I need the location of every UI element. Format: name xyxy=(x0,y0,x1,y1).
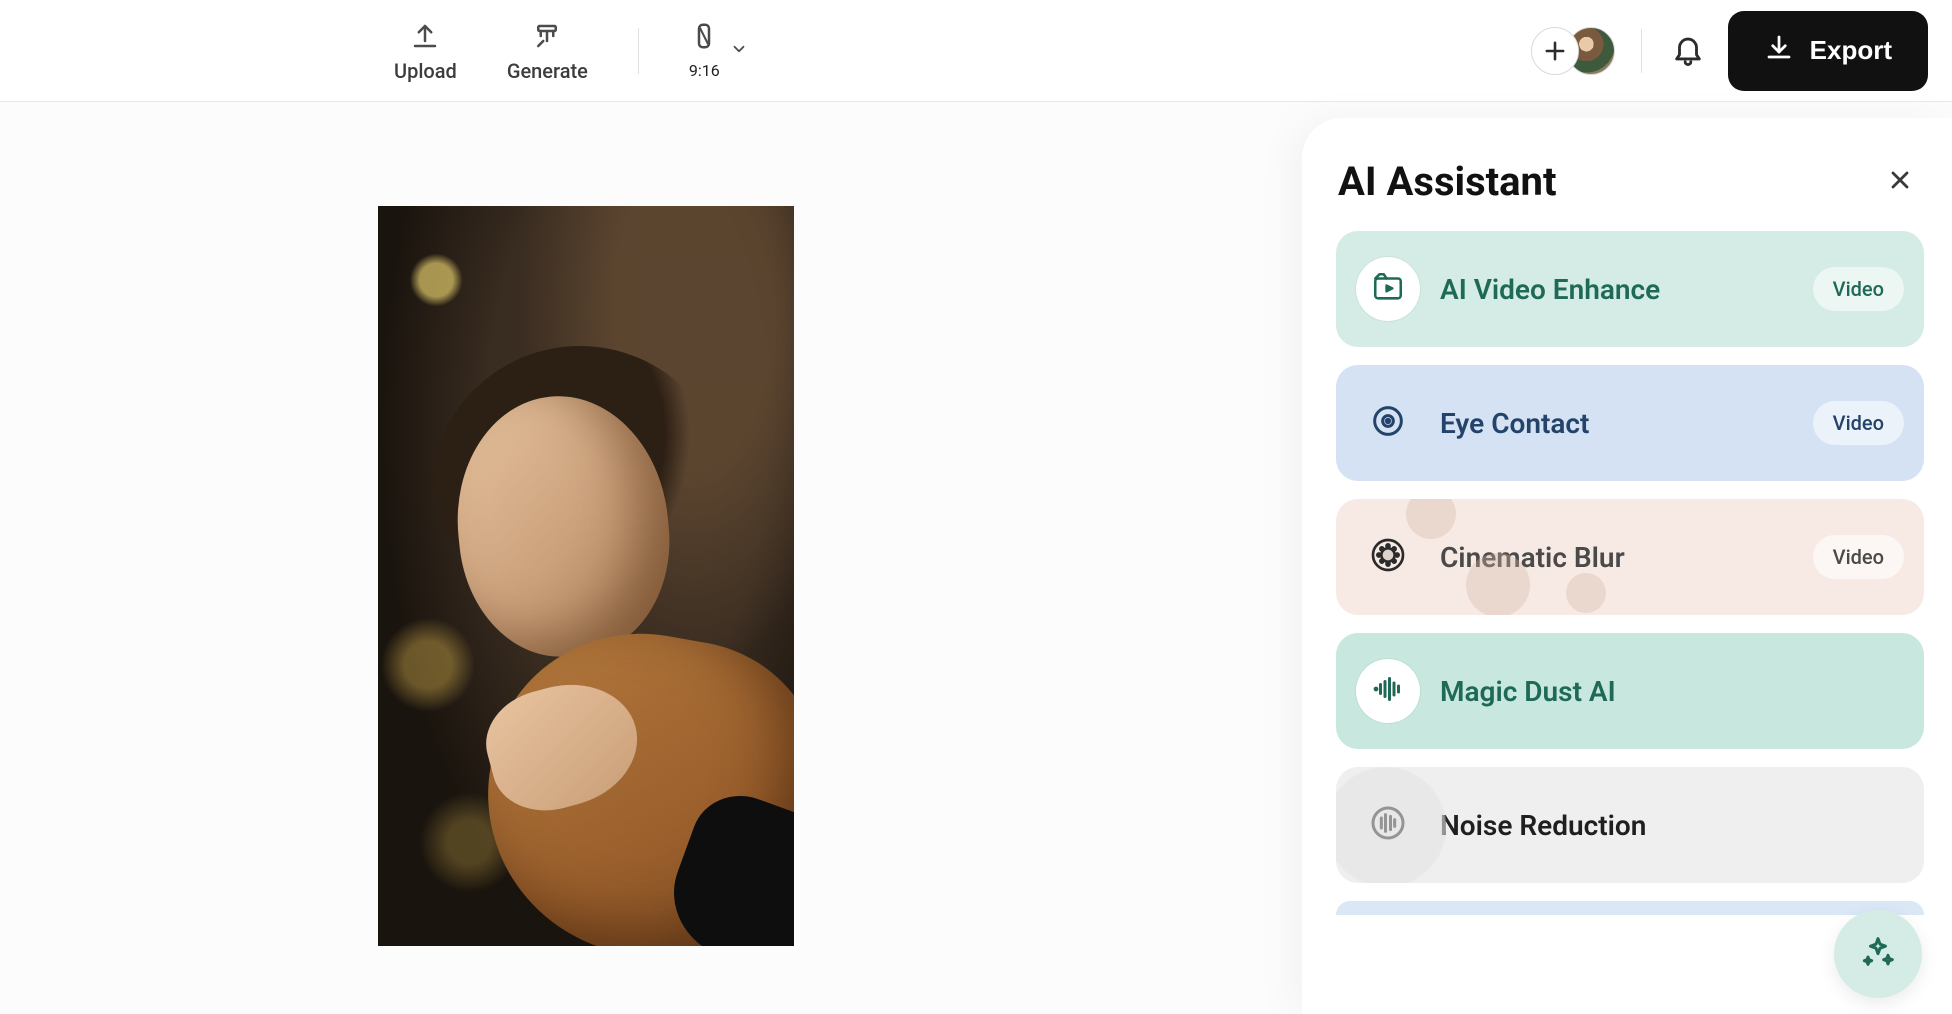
video-preview[interactable] xyxy=(378,206,794,946)
collaborators xyxy=(1531,27,1615,75)
add-collaborator-button[interactable] xyxy=(1531,27,1579,75)
download-icon xyxy=(1764,32,1794,69)
tool-badge: Video xyxy=(1813,401,1904,445)
tool-ai-video-enhance[interactable]: AI Video Enhance Video xyxy=(1336,231,1924,347)
tool-badge: Video xyxy=(1813,267,1904,311)
tool-eye-contact[interactable]: Eye Contact Video xyxy=(1336,365,1924,481)
generate-label: Generate xyxy=(507,59,588,83)
bell-icon xyxy=(1671,32,1705,70)
tool-cinematic-blur[interactable]: Cinematic Blur Video xyxy=(1336,499,1924,615)
ai-tool-list: AI Video Enhance Video Eye Contact Video xyxy=(1336,231,1924,1014)
tool-magic-dust-ai[interactable]: Magic Dust AI xyxy=(1336,633,1924,749)
sparkle-icon xyxy=(1858,932,1898,976)
tool-noise-reduction[interactable]: Noise Reduction xyxy=(1336,767,1924,883)
chevron-down-icon xyxy=(730,40,748,62)
video-enhance-icon xyxy=(1371,270,1405,308)
aspect-ratio-label: 9:16 xyxy=(689,61,720,80)
generate-icon xyxy=(532,19,562,53)
export-button[interactable]: Export xyxy=(1728,11,1928,91)
aperture-icon xyxy=(1368,535,1408,579)
tool-label: Eye Contact xyxy=(1440,407,1793,440)
aspect-ratio-dropdown[interactable]: 9:16 xyxy=(689,21,748,80)
generate-button[interactable]: Generate xyxy=(507,19,588,83)
top-toolbar: Upload Generate 9:16 xyxy=(0,0,1952,102)
waveform-icon xyxy=(1370,671,1406,711)
ai-assistant-panel: AI Assistant AI Video Enhance Video xyxy=(1302,118,1952,1014)
toolbar-divider xyxy=(1641,29,1642,73)
toolbar-right-group: Export xyxy=(1531,11,1928,91)
tool-label: Noise Reduction xyxy=(1440,809,1904,842)
upload-icon xyxy=(410,19,440,53)
close-panel-button[interactable] xyxy=(1880,162,1920,202)
toolbar-left-group: Upload Generate 9:16 xyxy=(394,19,748,83)
export-label: Export xyxy=(1810,35,1892,66)
aspect-ratio-icon xyxy=(689,21,719,55)
tool-badge: Video xyxy=(1813,535,1904,579)
close-icon xyxy=(1886,166,1914,198)
tool-list-overflow-peek xyxy=(1336,901,1924,915)
notifications-button[interactable] xyxy=(1668,31,1708,71)
toolbar-divider xyxy=(638,28,639,74)
ai-assistant-fab[interactable] xyxy=(1834,910,1922,998)
tool-label: Magic Dust AI xyxy=(1440,675,1904,708)
upload-button[interactable]: Upload xyxy=(394,19,457,83)
eye-icon xyxy=(1368,401,1408,445)
tool-label: AI Video Enhance xyxy=(1440,273,1793,306)
upload-label: Upload xyxy=(394,59,457,83)
editor-canvas: AI Assistant AI Video Enhance Video xyxy=(0,102,1952,1014)
panel-title: AI Assistant xyxy=(1338,158,1557,205)
